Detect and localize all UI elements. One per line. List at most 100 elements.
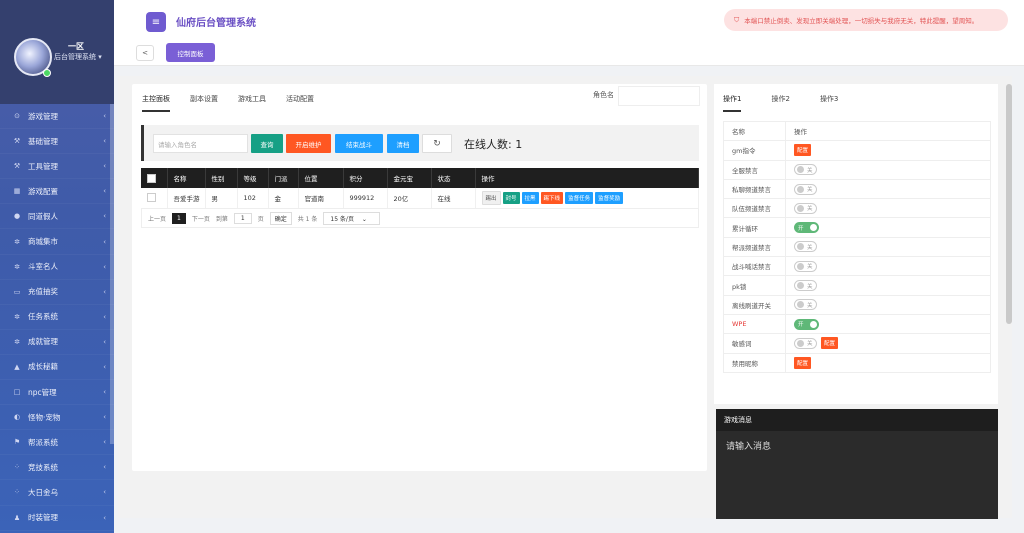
message-input[interactable]: 请输入消息 [716, 431, 998, 452]
table-header-row: 名称 性别 等级 门派 位置 积分 金元宝 状态 操作 [141, 168, 699, 188]
sidebar-item-10[interactable]: ▲ 成长秘籍 ‹ [0, 355, 114, 381]
sidebar-item-3[interactable]: ▦ 游戏配置 ‹ [0, 179, 114, 205]
operation-row: 帮派频道禁言 关 [723, 236, 991, 258]
sidebar-item-label: 帮派系统 [28, 437, 58, 447]
col-gold: 金元宝 [387, 168, 432, 188]
select-all-checkbox[interactable] [147, 173, 156, 183]
tab-game-tools[interactable]: 游戏工具 [238, 90, 266, 112]
sidebar-item-4[interactable]: ● 同道假人 ‹ [0, 204, 114, 230]
end-battle-button[interactable]: 结束战斗 [335, 134, 383, 153]
toggle-knob [797, 166, 804, 174]
tab-dungeon-settings[interactable]: 副本设置 [190, 90, 218, 112]
refresh-icon: ↻ [433, 138, 441, 149]
config-button[interactable]: 配置 [821, 337, 839, 350]
toggle-switch-off[interactable]: 关 [794, 202, 817, 214]
operation-name: pk锁 [723, 275, 786, 296]
toggle-switch-off[interactable]: 关 [794, 183, 817, 195]
sidebar-item-6[interactable]: ✲ 斗室名人 ‹ [0, 255, 114, 280]
maintenance-button[interactable]: 开启维护 [286, 134, 331, 153]
operation-row: 离线刷道开关 关 [723, 294, 991, 315]
tab-event-config[interactable]: 活动配置 [286, 90, 314, 112]
tab-operation-3[interactable]: 操作3 [820, 90, 838, 112]
monitor-task-button[interactable]: 监督任务 [565, 191, 594, 204]
toggle-knob [797, 301, 804, 309]
sidebar-item-14[interactable]: ⁘ 竞技系统 ‹ [0, 455, 114, 481]
toggle-switch-off[interactable]: 关 [794, 280, 817, 292]
game-message-title: 游戏消息 [716, 409, 998, 431]
clear-data-button[interactable]: 清档 [387, 134, 419, 153]
blacklist-button[interactable]: 拉黑 [521, 191, 539, 204]
ban-button[interactable]: 封号 [502, 191, 520, 204]
sidebar-item-9[interactable]: ✲ 成就管理 ‹ [0, 330, 114, 355]
main-panel: 主控面板 副本设置 游戏工具 活动配置 角色名 请输入角色名 查询 开启维护 结… [132, 84, 707, 471]
sidebar-item-8[interactable]: ✲ 任务系统 ‹ [0, 305, 114, 330]
sidebar-item-label: 游戏配置 [28, 186, 58, 196]
config-button[interactable]: 配置 [794, 356, 812, 369]
sidebar-item-label: 竞技系统 [28, 462, 58, 472]
toggle-label: 关 [807, 283, 813, 290]
sidebar-item-16[interactable]: ♟ 时装管理 ‹ [0, 506, 114, 531]
back-button[interactable]: < [136, 45, 154, 61]
toggle-switch-off[interactable]: 关 [794, 241, 817, 253]
chevron-left-icon: ‹ [103, 312, 106, 321]
cell-name: 吾爱手游 [167, 188, 206, 209]
role-name-input[interactable] [618, 86, 700, 106]
user-role-dropdown[interactable]: 后台管理系统 ▾ [54, 52, 102, 62]
game-message-panel: 游戏消息 请输入消息 [716, 409, 998, 519]
operation-name: 离线刷道开关 [723, 294, 786, 315]
tab-main-control[interactable]: 主控面板 [142, 90, 170, 112]
sidebar-menu: ⊙ 游戏管理 ‹ ⚒ 基础管理 ‹ ⚒ 工具管理 ‹ ▦ 游戏配置 ‹ ● 同道假人 ‹ ✲ 商城集市 ‹ ✲ 斗室名… [0, 104, 114, 531]
sidebar-item-12[interactable]: ◐ 怪物·宠物 ‹ [0, 405, 114, 431]
sidebar-item-11[interactable]: □ npc管理 ‹ [0, 380, 114, 406]
chevron-left-icon: ‹ [103, 237, 106, 246]
monitor-reward-button[interactable]: 监督奖励 [595, 191, 624, 204]
operation-name: 禁用昵称 [723, 352, 786, 373]
tab-control-panel[interactable]: 控制面板 [166, 43, 215, 62]
operation-name: 战斗喊话禁言 [723, 256, 786, 277]
online-count: 在线人数: 1 [464, 138, 523, 151]
toggle-switch-off[interactable]: 关 [794, 260, 817, 272]
sidebar-item-7[interactable]: ▭ 充值抽奖 ‹ [0, 280, 114, 305]
refresh-button[interactable]: ↻ [422, 134, 452, 153]
sidebar-item-0[interactable]: ⊙ 游戏管理 ‹ [0, 104, 114, 130]
operation-row: WPE 开 [723, 313, 991, 335]
operations-table: 名称 操作 gm指令 配置 全服禁言关私聊频道禁言关队伍频道禁言关累计循环开帮派频道… [723, 120, 991, 373]
header: ≡ 仙府后台管理系统 ⛉ 本端口禁止倒卖、发现立即关端处理，一切损失与我府无关，… [114, 0, 1024, 66]
toggle-switch-on[interactable]: 开 [794, 222, 819, 234]
sidebar-item-1[interactable]: ⚒ 基础管理 ‹ [0, 129, 114, 155]
operation-control: 关 [785, 159, 991, 180]
sidebar-item-5[interactable]: ✲ 商城集市 ‹ [0, 229, 114, 255]
goto-confirm-button[interactable]: 确定 [269, 211, 292, 225]
sidebar-item-label: 充值抽奖 [28, 287, 58, 297]
toggle-label: 开 [798, 322, 804, 329]
page-number-input[interactable]: 1 [233, 212, 252, 224]
search-input[interactable]: 请输入角色名 [153, 134, 248, 153]
toggle-switch-off[interactable]: 关 [794, 299, 817, 311]
kick-button[interactable]: 踢出 [481, 190, 501, 205]
tab-operation-2[interactable]: 操作2 [771, 90, 789, 112]
prev-page-button[interactable]: 上一页 [148, 214, 166, 223]
op-col-action: 操作 [785, 120, 991, 142]
sidebar-item-2[interactable]: ⚒ 工具管理 ‹ [0, 154, 114, 180]
next-page-button[interactable]: 下一页 [192, 214, 210, 223]
query-button[interactable]: 查询 [251, 134, 283, 153]
config-button[interactable]: 配置 [794, 144, 812, 157]
toggle-switch-off[interactable]: 关 [794, 337, 817, 349]
page-scrollbar[interactable] [1006, 84, 1012, 324]
page-size-select[interactable]: 15 条/页 ⌄ [323, 211, 380, 225]
kick-offline-button[interactable]: 踢下线 [540, 191, 564, 204]
pagination: 上一页 1 下一页 到第 1 页 确定 共 1 条 15 条/页 ⌄ [141, 208, 699, 228]
sidebar-scrollbar[interactable] [110, 104, 114, 444]
toggle-switch-off[interactable]: 关 [794, 164, 817, 176]
sidebar-item-15[interactable]: ⁘ 大日金乌 ‹ [0, 480, 114, 506]
sidebar-item-13[interactable]: ⚑ 帮派系统 ‹ [0, 430, 114, 456]
chevron-left-icon: ‹ [103, 262, 106, 271]
toggle-switch-on[interactable]: 开 [794, 318, 819, 330]
page-1-button[interactable]: 1 [172, 212, 186, 224]
tool-icon: ⚒ [13, 137, 21, 146]
tab-operation-1[interactable]: 操作1 [723, 90, 742, 112]
menu-toggle-button[interactable]: ≡ [146, 12, 166, 32]
row-checkbox[interactable] [147, 193, 156, 203]
toggle-knob [797, 185, 804, 193]
toolbar: 请输入角色名 查询 开启维护 结束战斗 清档 ↻ 在线人数: 1 [141, 125, 699, 161]
